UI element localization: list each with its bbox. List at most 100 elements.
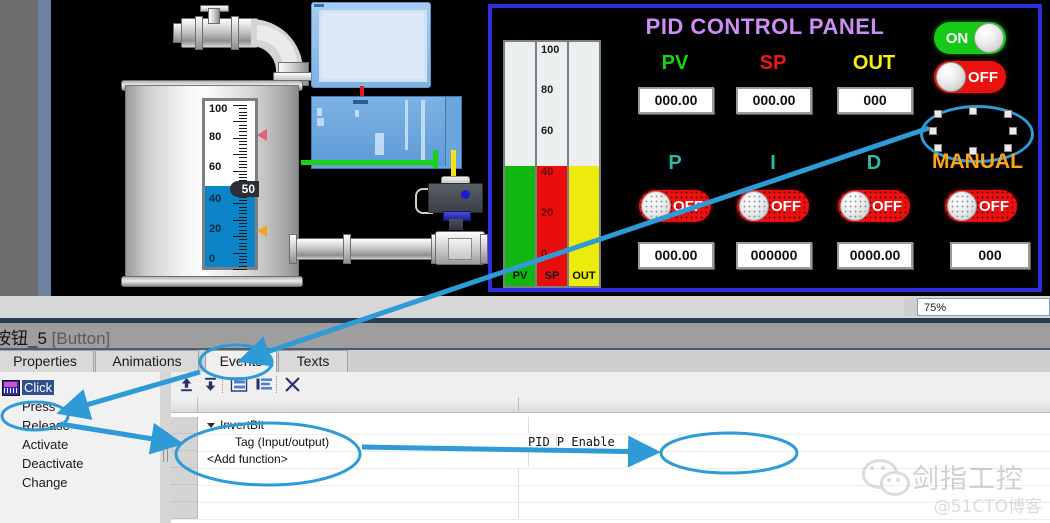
toggle-knob [974, 23, 1004, 53]
gauge-label: 100 [209, 103, 228, 115]
pipe-tee-icon [208, 8, 220, 24]
valve-actuator-icon [428, 183, 483, 213]
plc-detail [353, 100, 368, 104]
label-manual: MANUAL [932, 150, 1023, 173]
wechat-icon-bubble2 [880, 471, 910, 496]
function-label: Tag (Input/output) [235, 435, 330, 449]
grid-header [171, 397, 1050, 413]
row-handle[interactable] [171, 417, 198, 434]
value-field-manual[interactable]: 000 [950, 242, 1030, 269]
function-value-cell[interactable] [518, 417, 528, 433]
label-p: P [668, 152, 682, 174]
tab-texts[interactable]: Texts [278, 350, 348, 372]
hmi-device-led [314, 4, 324, 7]
toggle-knob [936, 62, 966, 92]
screenshot-root: 100 80 60 40 20 0 50 PID CONTROL PANEL P… [0, 0, 1050, 523]
gauge-label: 60 [209, 161, 222, 173]
object-type: [Button] [51, 329, 111, 348]
event-label: Activate [22, 437, 69, 452]
bargraph-caption-sp: SP [544, 270, 560, 282]
table-row[interactable]: InvertBit [171, 417, 1050, 435]
value-field-out[interactable]: 000 [837, 87, 913, 114]
function-toolbar [171, 372, 1050, 397]
row-handle[interactable] [171, 451, 198, 468]
value-field-p[interactable]: 000.00 [638, 242, 714, 269]
event-list[interactable]: Click Press Release Activate Deactivate … [0, 372, 161, 523]
value-field-i[interactable]: 000000 [736, 242, 812, 269]
row-handle[interactable] [171, 502, 198, 519]
function-value-cell[interactable] [518, 451, 528, 467]
selection-handle[interactable] [969, 107, 977, 115]
i-enable-toggle[interactable]: OFF [737, 190, 809, 222]
pid-control-panel[interactable]: PID CONTROL PANEL PV 100 80 60 40 20 0 S… [488, 4, 1042, 292]
signal-cable-green [433, 150, 438, 168]
add-function-cell[interactable]: <Add function> [197, 451, 529, 467]
event-label: Press [22, 399, 56, 414]
bargraph-tick: 60 [541, 125, 554, 137]
event-label: Release [22, 418, 70, 433]
function-name-cell[interactable]: InvertBit [197, 417, 529, 433]
plc-module [400, 97, 418, 166]
d-enable-toggle[interactable]: OFF [838, 190, 910, 222]
tab-events[interactable]: Events [205, 350, 277, 372]
watermark-handle: @51CTO博客 [933, 497, 1042, 517]
hmi-editor-canvas[interactable]: 100 80 60 40 20 0 50 PID CONTROL PANEL P… [0, 0, 1050, 296]
move-up-icon[interactable] [178, 376, 195, 393]
watermark-brand: 剑指工控 [912, 464, 1024, 495]
plc-module [348, 97, 401, 166]
event-item-click[interactable]: Click [0, 378, 160, 397]
chevron-down-icon[interactable] [207, 423, 215, 429]
event-item-press[interactable]: Press [0, 397, 160, 416]
bargraph-tick: 80 [541, 84, 554, 96]
system-off-toggle[interactable]: OFF [934, 61, 1006, 93]
system-on-toggle[interactable]: ON [934, 22, 1006, 54]
selection-handle[interactable] [934, 110, 942, 118]
tab-properties[interactable]: Properties [0, 350, 94, 372]
zoom-level-input[interactable]: 75% [917, 298, 1050, 316]
tab-animations[interactable]: Animations [95, 350, 199, 372]
gauge-label: 80 [209, 131, 222, 143]
value-field-pv[interactable]: 000.00 [638, 87, 714, 114]
empty-cell[interactable] [197, 502, 519, 518]
function-param-cell[interactable]: Tag (Input/output) [197, 434, 557, 450]
toggle-knob [947, 191, 977, 221]
toggle-knob [739, 191, 769, 221]
label-d: D [866, 152, 882, 174]
plc-detail [317, 108, 322, 116]
empty-cell[interactable] [197, 468, 519, 484]
empty-cell[interactable] [518, 485, 528, 501]
value-field-sp[interactable]: 000.00 [736, 87, 812, 114]
selection-handle[interactable] [1004, 110, 1012, 118]
table-row[interactable]: Tag (Input/output) PID_P_Enable [171, 434, 1050, 452]
empty-cell[interactable] [518, 502, 528, 518]
selection-handle[interactable] [929, 127, 937, 135]
ball-valve-detail [448, 238, 472, 260]
event-item-release[interactable]: Release [0, 416, 160, 435]
editor-left-blue-strip [38, 0, 51, 296]
event-item-change[interactable]: Change [0, 473, 160, 492]
event-item-deactivate[interactable]: Deactivate [0, 454, 160, 473]
bargraph-tick: 20 [541, 207, 554, 219]
manual-enable-toggle[interactable]: OFF [945, 190, 1017, 222]
close-x-icon[interactable] [284, 376, 301, 393]
row-handle[interactable] [171, 434, 198, 451]
empty-cell[interactable] [197, 485, 519, 501]
plc-detail [317, 118, 324, 126]
row-handle[interactable] [171, 485, 198, 502]
move-down-icon[interactable] [202, 376, 219, 393]
p-enable-toggle[interactable]: OFF [639, 190, 711, 222]
event-script-icon [2, 380, 20, 396]
function-value-cell[interactable]: PID_P_Enable [518, 434, 615, 450]
list-icon[interactable] [255, 376, 273, 393]
insert-row-icon[interactable] [230, 376, 248, 393]
bargraph-col-sp: 100 80 60 40 20 0 SP [537, 42, 569, 286]
empty-cell[interactable] [518, 468, 528, 484]
row-handle[interactable] [171, 468, 198, 485]
valve-indicator-icon [461, 190, 470, 199]
hmi-device-screen [319, 10, 427, 82]
bargraph-caption-pv: PV [512, 270, 528, 282]
selection-handle[interactable] [1009, 127, 1017, 135]
event-item-activate[interactable]: Activate [0, 435, 160, 454]
label-pv: PV [661, 52, 689, 74]
value-field-d[interactable]: 0000.00 [837, 242, 913, 269]
